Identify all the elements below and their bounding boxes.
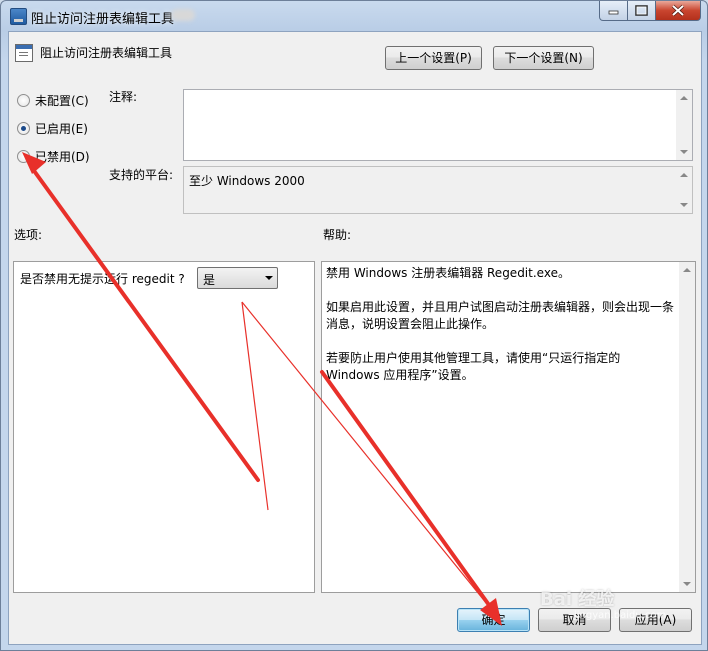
previous-setting-button[interactable]: 上一个设置(P) (385, 46, 482, 70)
minimize-icon (608, 10, 619, 15)
radio-button[interactable] (17, 94, 30, 107)
next-setting-button[interactable]: 下一个设置(N) (493, 46, 594, 70)
policy-app-icon (10, 8, 27, 25)
options-section-label: 选项: (14, 228, 43, 242)
platform-value: 至少 Windows 2000 (189, 174, 305, 188)
radio-label: 未配置(C) (35, 94, 89, 108)
scroll-down-arrow-icon[interactable] (680, 203, 688, 207)
title-bar[interactable]: 阻止访问注册表编辑工具 (1, 1, 707, 31)
maximize-icon (635, 5, 648, 16)
watermark-logo: Bai 经验 (540, 589, 615, 610)
help-section-label: 帮助: (323, 228, 352, 242)
scroll-down-arrow-icon[interactable] (680, 150, 688, 154)
watermark-url: jingyan.baidu.com (574, 610, 667, 621)
platform-label: 支持的平台: (109, 168, 174, 182)
supported-platform-box: 至少 Windows 2000 (183, 166, 693, 214)
maximize-button[interactable] (627, 1, 656, 21)
close-button[interactable] (655, 1, 701, 21)
radio-label: 已禁用(D) (35, 150, 90, 164)
window-title: 阻止访问注册表编辑工具 (31, 12, 175, 27)
options-pane: 是否禁用无提示运行 regedit ? 是 (13, 261, 315, 593)
scroll-up-arrow-icon[interactable] (680, 173, 688, 177)
comment-label: 注释: (109, 90, 138, 104)
scroll-up-arrow-icon[interactable] (683, 268, 691, 272)
ok-button[interactable]: 确定 (457, 608, 530, 632)
close-icon (671, 4, 685, 17)
disable-silent-regedit-select[interactable]: 是 (197, 267, 278, 289)
scroll-up-arrow-icon[interactable] (680, 96, 688, 100)
chevron-down-icon (265, 276, 273, 280)
platform-scrollbar[interactable] (676, 167, 692, 213)
disable-silent-regedit-label: 是否禁用无提示运行 regedit ? (20, 272, 185, 286)
comment-textarea[interactable] (183, 89, 693, 161)
policy-name: 阻止访问注册表编辑工具 (40, 46, 173, 60)
dialog-client-area: 阻止访问注册表编辑工具 上一个设置(P) 下一个设置(N) 未配置(C) 已启用… (8, 31, 702, 645)
radio-label: 已启用(E) (35, 122, 88, 136)
policy-setting-icon (15, 44, 33, 62)
dialog-window: 阻止访问注册表编辑工具 阻止访问注册表编辑工具 上一个设置(P) 下一个设置(N… (0, 0, 708, 651)
radio-button-selected[interactable] (17, 122, 30, 135)
help-paragraph: 如果启用此设置，并且用户试图启动注册表编辑器，则会出现一条消息，说明设置会阻止此… (326, 300, 675, 331)
comment-scrollbar[interactable] (676, 90, 692, 160)
scroll-down-arrow-icon[interactable] (683, 582, 691, 586)
help-paragraph: 若要防止用户使用其他管理工具，请使用“只运行指定的 Windows 应用程序”设… (326, 351, 621, 382)
select-value: 是 (203, 273, 216, 287)
help-paragraph: 禁用 Windows 注册表编辑器 Regedit.exe。 (326, 266, 570, 280)
radio-button[interactable] (17, 150, 30, 163)
help-scrollbar[interactable] (679, 262, 695, 592)
blurred-title-region (171, 9, 195, 21)
help-pane: 禁用 Windows 注册表编辑器 Regedit.exe。 如果启用此设置，并… (321, 261, 696, 593)
minimize-button[interactable] (599, 1, 628, 21)
